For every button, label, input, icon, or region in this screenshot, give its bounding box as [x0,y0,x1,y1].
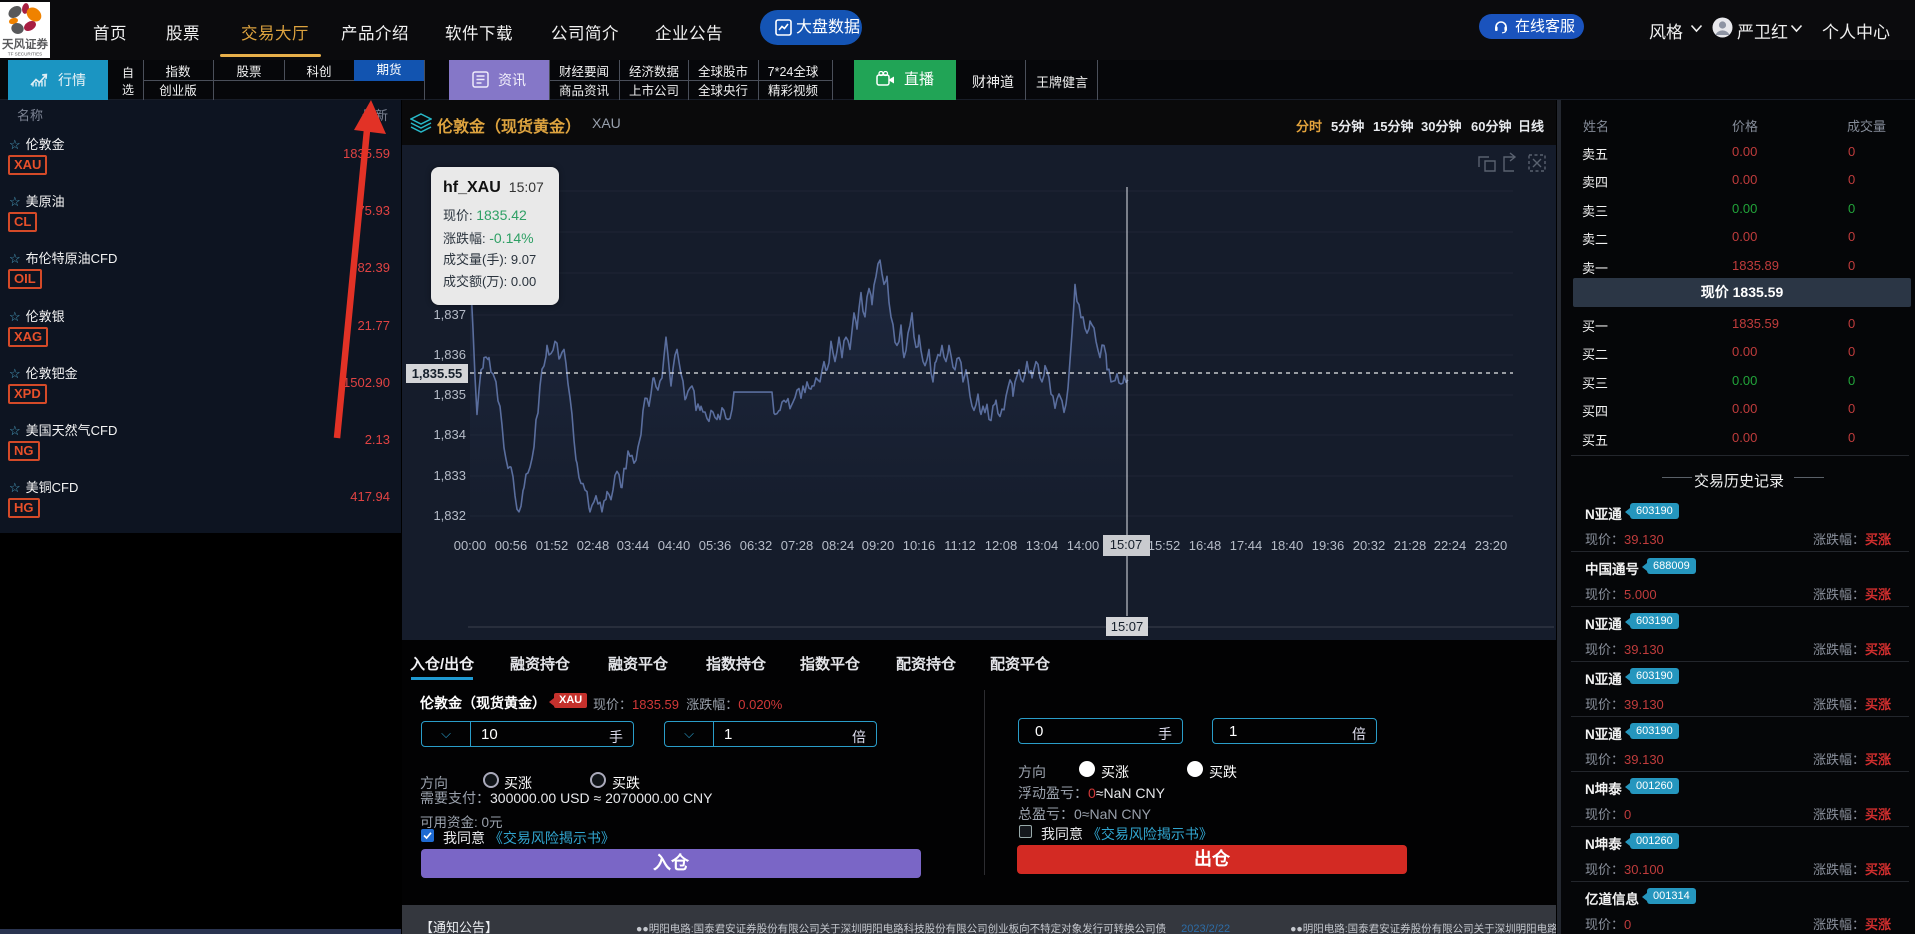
svg-text:00:56: 00:56 [495,538,528,553]
svg-text:21:28: 21:28 [1394,538,1427,553]
svg-text:10:16: 10:16 [903,538,936,553]
svg-text:13:04: 13:04 [1026,538,1059,553]
svg-text:15:07: 15:07 [1110,537,1143,552]
svg-text:23:20: 23:20 [1475,538,1508,553]
svg-text:06:32: 06:32 [740,538,773,553]
svg-text:04:40: 04:40 [658,538,691,553]
svg-text:17:44: 17:44 [1230,538,1263,553]
svg-text:20:32: 20:32 [1353,538,1386,553]
svg-text:15:52: 15:52 [1148,538,1181,553]
svg-text:15:07: 15:07 [1111,619,1144,634]
svg-text:1,837: 1,837 [433,307,466,322]
svg-text:天风证券: 天风证券 [2,37,48,51]
svg-text:02:48: 02:48 [577,538,610,553]
svg-text:11:12: 11:12 [944,538,976,553]
svg-text:01:52: 01:52 [536,538,569,553]
svg-text:22:24: 22:24 [1434,538,1467,553]
svg-text:1,835: 1,835 [433,387,466,402]
svg-text:07:28: 07:28 [781,538,814,553]
svg-text:1,832: 1,832 [433,508,466,523]
svg-text:18:40: 18:40 [1271,538,1304,553]
svg-text:08:24: 08:24 [822,538,855,553]
svg-text:TF SECURITIES: TF SECURITIES [8,52,42,57]
svg-text:1,836: 1,836 [433,347,466,362]
svg-text:12:08: 12:08 [985,538,1018,553]
svg-text:14:00: 14:00 [1067,538,1100,553]
svg-text:1,835.55: 1,835.55 [412,366,463,381]
svg-text:19:36: 19:36 [1312,538,1345,553]
svg-text:1,834: 1,834 [433,427,466,442]
svg-text:1,833: 1,833 [433,468,466,483]
svg-text:09:20: 09:20 [862,538,895,553]
svg-text:03:44: 03:44 [617,538,650,553]
svg-text:00:00: 00:00 [454,538,487,553]
svg-text:05:36: 05:36 [699,538,732,553]
svg-text:16:48: 16:48 [1189,538,1222,553]
